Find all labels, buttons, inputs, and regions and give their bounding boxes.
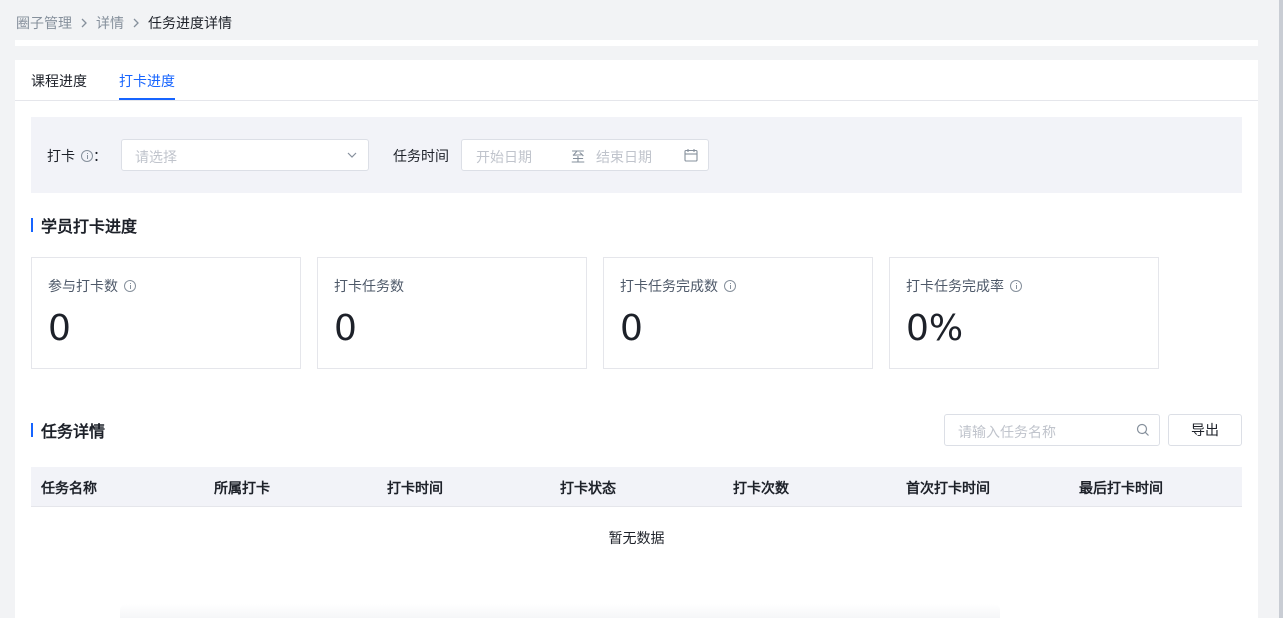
- date-range-separator: 至: [571, 150, 585, 166]
- table-empty-text: 暂无数据: [608, 531, 665, 547]
- stat-card-task-count: 打卡任务数 0: [317, 257, 587, 369]
- column-header-last-checkin-time: 最后打卡时间: [1079, 481, 1163, 497]
- stat-value: 0%: [906, 308, 964, 349]
- table-header: 任务名称 所属打卡 打卡时间 打卡状态 打卡次数 首次打卡时间 最后打卡时间: [31, 467, 1242, 507]
- search-icon[interactable]: [1136, 423, 1150, 437]
- top-strip: [15, 40, 1258, 46]
- stat-label-text: 参与打卡数: [48, 279, 118, 295]
- stat-label-text: 打卡任务完成率: [906, 279, 1004, 295]
- info-icon[interactable]: [124, 280, 136, 292]
- bottom-fade: [120, 604, 1000, 618]
- stat-label: 打卡任务数: [334, 276, 404, 296]
- main-card: 课程进度 打卡进度 打卡 ： 请选择 任务时间 开始日期 至 结束日期 学员打卡…: [15, 60, 1258, 618]
- stat-label: 打卡任务完成率: [906, 276, 1022, 296]
- checkin-select[interactable]: 请选择: [121, 139, 369, 171]
- column-header-task-name: 任务名称: [41, 481, 97, 497]
- checkin-select-placeholder: 请选择: [135, 150, 177, 166]
- breadcrumb: 圈子管理 详情 任务进度详情: [16, 13, 232, 33]
- stat-value: 0: [620, 308, 643, 349]
- end-date-input[interactable]: 结束日期: [596, 147, 652, 167]
- tab-checkin-progress[interactable]: 打卡进度: [119, 71, 175, 91]
- column-header-first-checkin-time: 首次打卡时间: [906, 481, 990, 497]
- checkin-filter-label: 打卡 ：: [47, 146, 107, 166]
- checkin-label-colon: ：: [93, 149, 107, 165]
- stat-label: 打卡任务完成数: [620, 276, 736, 296]
- stat-card-completion-rate: 打卡任务完成率 0%: [889, 257, 1159, 369]
- breadcrumb-item-detail[interactable]: 详情: [96, 13, 124, 33]
- progress-section-title: 学员打卡进度: [31, 216, 138, 236]
- tab-course-progress[interactable]: 课程进度: [31, 71, 87, 91]
- search-placeholder: 请输入任务名称: [958, 425, 1056, 441]
- column-header-checkin-count: 打卡次数: [733, 481, 789, 497]
- section-accent-bar: [31, 423, 33, 437]
- progress-section-title-text: 学员打卡进度: [41, 217, 138, 236]
- detail-section-title: 任务详情: [31, 421, 106, 441]
- date-range-picker[interactable]: 开始日期 至 结束日期: [461, 139, 709, 171]
- chevron-down-icon: [346, 149, 358, 161]
- filter-panel: 打卡 ： 请选择 任务时间 开始日期 至 结束日期: [31, 117, 1242, 193]
- breadcrumb-item-circle-management[interactable]: 圈子管理: [16, 13, 72, 33]
- section-accent-bar: [31, 218, 33, 232]
- stat-card-participants: 参与打卡数 0: [31, 257, 301, 369]
- chevron-right-icon: [80, 18, 88, 28]
- detail-section-title-text: 任务详情: [41, 422, 106, 441]
- info-icon[interactable]: [1010, 280, 1022, 292]
- task-time-label: 任务时间: [393, 146, 449, 166]
- info-icon[interactable]: [81, 150, 93, 162]
- chevron-right-icon: [132, 18, 140, 28]
- stat-value: 0: [48, 308, 71, 349]
- info-icon[interactable]: [724, 280, 736, 292]
- stat-card-completed: 打卡任务完成数 0: [603, 257, 873, 369]
- stat-label-text: 打卡任务完成数: [620, 279, 718, 295]
- stat-label: 参与打卡数: [48, 276, 136, 296]
- breadcrumb-item-task-progress-detail: 任务进度详情: [148, 16, 232, 32]
- task-search-input[interactable]: 请输入任务名称: [944, 414, 1160, 446]
- stat-value: 0: [334, 308, 357, 349]
- column-header-checkin-time: 打卡时间: [387, 481, 443, 497]
- calendar-icon: [684, 148, 698, 162]
- page-scrollbar[interactable]: [1279, 0, 1283, 618]
- column-header-checkin-status: 打卡状态: [560, 481, 616, 497]
- export-button[interactable]: 导出: [1168, 414, 1242, 446]
- checkin-label-text: 打卡: [47, 149, 75, 165]
- tab-bar: 课程进度 打卡进度: [15, 60, 1258, 101]
- task-time-label-text: 任务时间: [393, 149, 449, 165]
- start-date-input[interactable]: 开始日期: [476, 147, 532, 167]
- column-header-checkin: 所属打卡: [214, 481, 270, 497]
- active-tab-indicator: [119, 98, 175, 100]
- stat-label-text: 打卡任务数: [334, 279, 404, 295]
